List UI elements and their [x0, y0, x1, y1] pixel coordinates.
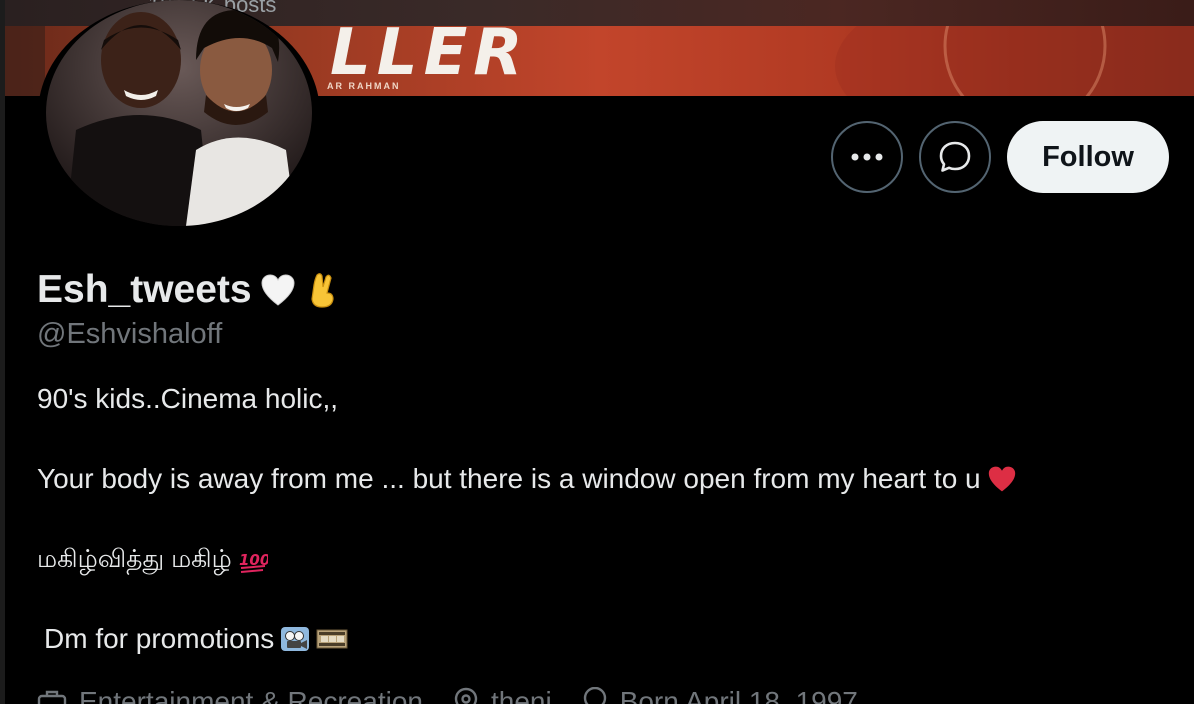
meta-category-text: Entertainment & Recreation: [79, 686, 423, 704]
message-bubble-icon: [939, 141, 971, 172]
display-name: Esh_tweets: [37, 268, 252, 311]
meta-birthday-text: Born April 18, 1997: [619, 686, 858, 704]
crossed-fingers-icon: [304, 272, 340, 308]
bio-line-2: Your body is away from me ... but there …: [37, 463, 1017, 495]
meta-location: theni: [453, 686, 552, 704]
more-options-button[interactable]: [831, 121, 903, 193]
message-button[interactable]: [919, 121, 991, 193]
avatar-photo: [46, 0, 312, 226]
bio-text-3: மகிழ்வித்து மகிழ்: [37, 545, 232, 573]
briefcase-icon: [37, 690, 67, 704]
meta-location-text: theni: [490, 686, 552, 704]
bio-text-4: Dm for promotions: [44, 623, 275, 654]
bio-text-1: 90's kids..Cinema holic,,: [37, 383, 339, 414]
user-handle: @Eshvishaloff: [37, 318, 223, 350]
hundred-points-icon: 100: [239, 551, 268, 573]
meta-birthday: Born April 18, 1997: [582, 686, 858, 704]
banner-credit-text: AR RAHMAN: [327, 81, 401, 91]
movie-camera-icon: [281, 627, 310, 651]
red-heart-icon: [988, 466, 1015, 492]
follow-button[interactable]: Follow: [1007, 121, 1169, 193]
left-border: [0, 0, 5, 704]
bio-line-3: மகிழ்வித்து மகிழ் 100: [37, 545, 268, 577]
bio-text-2: Your body is away from me ... but there …: [37, 463, 981, 494]
film-frames-icon: [316, 629, 348, 649]
white-heart-icon: [260, 272, 296, 308]
profile-meta-row: Entertainment & Recreation theni Born Ap…: [37, 686, 858, 704]
more-dots-icon: [851, 153, 883, 161]
display-name-row: Esh_tweets: [37, 266, 340, 314]
location-pin-icon: [454, 687, 478, 704]
bio-line-1: 90's kids..Cinema holic,,: [37, 383, 338, 415]
meta-category: Entertainment & Recreation: [37, 686, 423, 704]
bio-line-4: Dm for promotions: [44, 623, 348, 655]
balloon-icon: [583, 687, 606, 704]
profile-avatar[interactable]: [38, 0, 320, 228]
